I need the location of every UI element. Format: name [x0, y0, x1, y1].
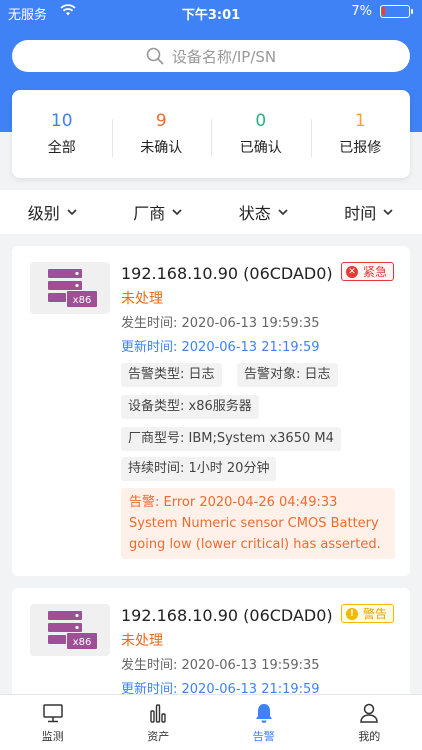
- alert-card[interactable]: x86 192.168.10.90 (06CDAD0) ✕ 紧急 未处理 发生时…: [12, 246, 410, 576]
- tab-alerts[interactable]: 告警: [211, 695, 317, 750]
- summary-unconfirmed[interactable]: 9 未确认: [111, 111, 212, 157]
- user-icon: [360, 703, 379, 723]
- filter-level[interactable]: 级别: [0, 200, 106, 224]
- chevron-down-icon: [172, 209, 182, 216]
- occur-time: 发生时间: 2020-06-13 19:59:35: [121, 658, 320, 673]
- filter-bar: 级别 厂商 状态 时间: [0, 190, 422, 234]
- tab-bar: 监测 资产 告警 我的: [0, 694, 422, 750]
- filter-vendor-label: 厂商: [133, 204, 166, 223]
- filter-vendor[interactable]: 厂商: [106, 200, 212, 224]
- badge-label: 紧急: [362, 265, 387, 279]
- tab-alerts-label: 告警: [252, 730, 275, 743]
- summary-confirmed[interactable]: 0 已确认: [211, 111, 311, 157]
- tab-monitor-label: 监测: [41, 730, 64, 743]
- filter-status-label: 状态: [238, 204, 271, 223]
- server-icon: x86: [48, 611, 97, 649]
- alert-state: 未处理: [121, 633, 163, 649]
- summary-count-repaired: 1: [354, 111, 366, 131]
- device-ip: 192.168.10.90 (06CDAD0): [121, 264, 333, 283]
- alert-card[interactable]: x86 192.168.10.90 (06CDAD0) ! 警告 未处理 发生时…: [12, 588, 410, 708]
- status-bar: 无服务 下午3:01 7%: [0, 0, 422, 24]
- filter-level-label: 级别: [27, 204, 60, 223]
- search-input[interactable]: 设备名称/IP/SN: [12, 40, 410, 72]
- warning-badge: ! 警告: [340, 604, 394, 623]
- server-thumbnail: x86: [30, 262, 110, 314]
- battery-icon: [380, 5, 413, 18]
- svg-text:x86: x86: [73, 295, 92, 306]
- badge-label: 警告: [362, 607, 387, 621]
- filter-time-label: 时间: [344, 204, 377, 223]
- bell-icon: [255, 704, 272, 723]
- filter-status[interactable]: 状态: [211, 200, 317, 224]
- device-type-tag: 设备类型: x86服务器: [121, 395, 259, 419]
- summary-all[interactable]: 10 全部: [12, 111, 112, 157]
- summary-label-confirmed: 已确认: [239, 140, 282, 156]
- alarm-type-tag: 告警类型: 日志: [121, 363, 222, 387]
- summary-count-all: 10: [50, 111, 73, 131]
- bar-chart-icon: [150, 704, 166, 723]
- device-ip: 192.168.10.90 (06CDAD0): [121, 606, 333, 625]
- alert-state: 未处理: [121, 291, 163, 307]
- search-placeholder: 设备名称/IP/SN: [171, 47, 277, 66]
- duration-tag: 持续时间: 1小时 20分钟: [121, 457, 277, 481]
- summary-repaired[interactable]: 1 已报修: [310, 111, 411, 157]
- close-circle-icon: ✕: [345, 265, 358, 278]
- summary-label-all: 全部: [47, 140, 76, 156]
- alert-message: 告警: Error 2020-04-26 04:49:33 System Num…: [121, 488, 395, 559]
- tab-assets-label: 资产: [147, 730, 170, 743]
- summary-label-unconfirmed: 未确认: [140, 140, 183, 156]
- vendor-model-tag: 厂商型号: IBM;System x3650 M4: [121, 427, 341, 451]
- summary-panel: 10 全部 9 未确认 0 已确认 1 已报修: [12, 90, 410, 178]
- monitor-icon: [43, 704, 63, 723]
- summary-count-confirmed: 0: [255, 111, 267, 131]
- tab-monitor[interactable]: 监测: [0, 695, 106, 750]
- summary-count-unconfirmed: 9: [155, 111, 167, 131]
- svg-text:x86: x86: [73, 637, 92, 648]
- server-icon: x86: [48, 269, 97, 307]
- alarm-target-tag: 告警对象: 日志: [237, 363, 338, 387]
- search-icon: [146, 47, 164, 65]
- chevron-down-icon: [383, 209, 393, 216]
- urgent-badge: ✕ 紧急: [340, 262, 394, 281]
- exclamation-circle-icon: !: [345, 607, 358, 620]
- server-thumbnail: x86: [30, 604, 110, 656]
- tab-mine-label: 我的: [358, 730, 381, 743]
- chevron-down-icon: [278, 209, 288, 216]
- battery-percent: 7%: [351, 4, 372, 19]
- filter-time[interactable]: 时间: [317, 200, 422, 224]
- summary-label-repaired: 已报修: [339, 140, 382, 156]
- occur-time: 发生时间: 2020-06-13 19:59:35: [121, 316, 320, 331]
- update-time: 更新时间: 2020-06-13 21:19:59: [121, 340, 320, 355]
- tab-mine[interactable]: 我的: [317, 695, 422, 750]
- chevron-down-icon: [67, 209, 77, 216]
- tab-assets[interactable]: 资产: [106, 695, 212, 750]
